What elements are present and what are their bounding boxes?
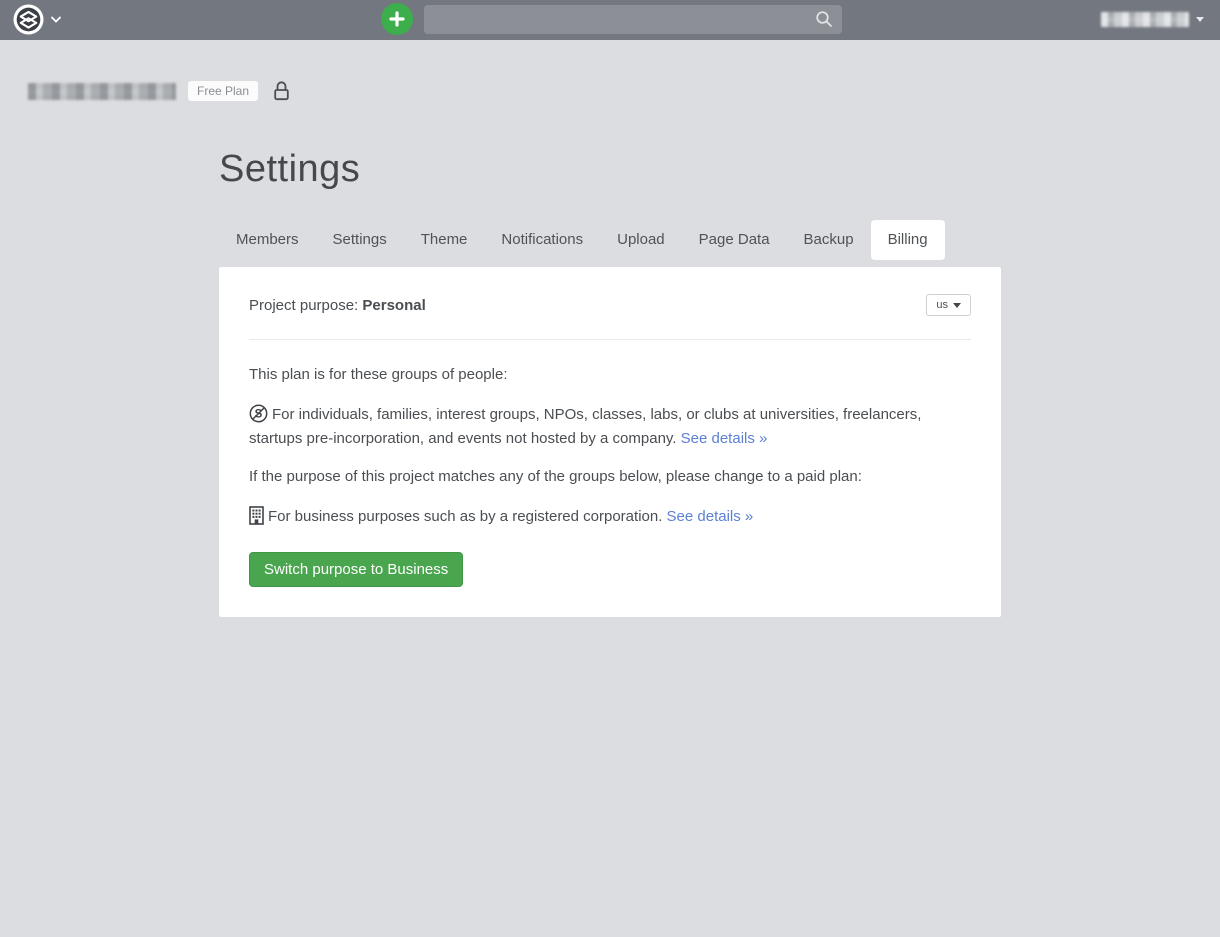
tab-page-data[interactable]: Page Data [682, 220, 787, 260]
search-box [424, 5, 842, 34]
tab-backup[interactable]: Backup [787, 220, 871, 260]
billing-panel: Project purpose: Personal us This plan i… [219, 267, 1001, 617]
plus-icon [389, 11, 405, 27]
locale-value: us [936, 299, 948, 311]
settings-tabs: Members Settings Theme Notifications Upl… [219, 220, 1001, 260]
project-name-redacted [28, 83, 176, 100]
user-menu[interactable] [1101, 12, 1204, 27]
no-dollar-circle-icon: S [249, 404, 268, 429]
page-title: Settings [219, 148, 1001, 191]
purpose-label: Project purpose: [249, 297, 362, 314]
tab-billing[interactable]: Billing [871, 220, 945, 260]
top-navbar [0, 0, 1220, 40]
lock-icon [273, 81, 290, 101]
chevron-down-icon [51, 16, 61, 23]
business-see-details-link[interactable]: See details » [667, 508, 754, 525]
purpose-row: Project purpose: Personal us [249, 294, 971, 316]
settings-main: Settings Members Settings Theme Notifica… [219, 148, 1001, 617]
personal-see-details-link[interactable]: See details » [681, 430, 768, 447]
project-header: Free Plan [0, 40, 1220, 101]
divider [249, 339, 971, 340]
navbar-center-group [381, 3, 842, 35]
tab-members[interactable]: Members [219, 220, 316, 260]
building-icon [249, 506, 264, 531]
new-page-button[interactable] [381, 3, 413, 35]
tab-theme[interactable]: Theme [404, 220, 485, 260]
paid-plan-prompt: If the purpose of this project matches a… [249, 467, 971, 487]
switch-purpose-button[interactable]: Switch purpose to Business [249, 552, 463, 587]
personal-description: For individuals, families, interest grou… [249, 406, 921, 447]
tab-settings[interactable]: Settings [316, 220, 404, 260]
purpose-value: Personal [362, 297, 425, 314]
project-switcher[interactable] [13, 4, 61, 35]
tab-notifications[interactable]: Notifications [484, 220, 600, 260]
project-purpose: Project purpose: Personal [249, 297, 426, 314]
business-purpose-paragraph: For business purposes such as by a regis… [249, 506, 971, 531]
tab-upload[interactable]: Upload [600, 220, 682, 260]
locale-dropdown[interactable]: us [926, 294, 971, 316]
plan-intro: This plan is for these groups of people: [249, 365, 971, 385]
caret-down-icon [1196, 17, 1204, 22]
caret-down-icon [953, 303, 961, 308]
app-logo-icon [13, 4, 44, 35]
plan-badge: Free Plan [188, 81, 258, 101]
search-icon[interactable] [815, 10, 833, 28]
search-input[interactable] [424, 5, 842, 34]
personal-purpose-paragraph: S For individuals, families, interest gr… [249, 404, 971, 449]
business-description: For business purposes such as by a regis… [268, 508, 667, 525]
user-name-redacted [1101, 12, 1189, 27]
